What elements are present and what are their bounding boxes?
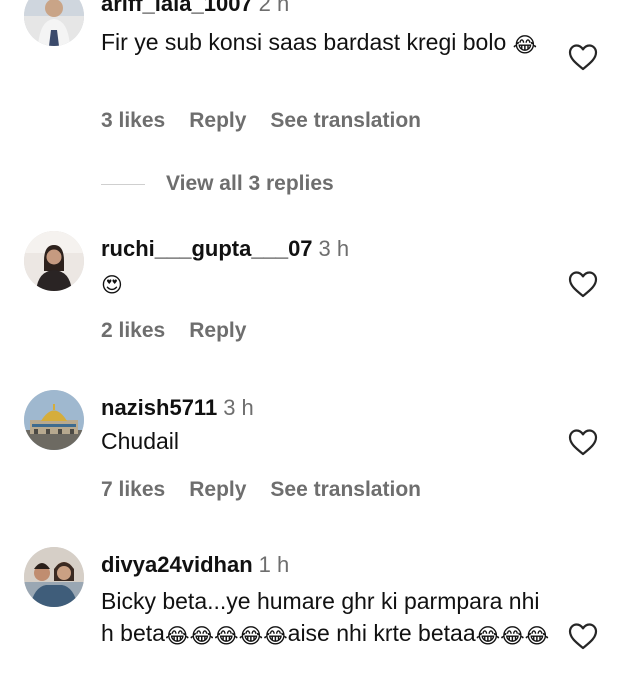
see-translation-button[interactable]: See translation	[270, 109, 421, 132]
heart-icon[interactable]	[567, 269, 599, 299]
timestamp: 2 h	[258, 0, 290, 16]
comment-actions: 2 likes Reply	[101, 317, 270, 345]
mosque-photo-avatar	[24, 390, 84, 450]
username[interactable]: ruchi___gupta___07	[101, 236, 313, 261]
timestamp: 3 h	[223, 395, 254, 420]
comment-item: nazish5711 3 h Chudail 7 likes Reply See tr…	[0, 390, 626, 520]
likes-count[interactable]: 2 likes	[101, 319, 165, 342]
avatar[interactable]	[24, 547, 84, 607]
reply-button[interactable]: Reply	[189, 109, 246, 132]
avatar[interactable]	[24, 390, 84, 450]
emoji: 😂😂😂😂😂	[164, 624, 288, 648]
username[interactable]: nazish5711	[101, 395, 217, 420]
comment-text: Bicky beta...ye humare ghr ki parmpara n…	[101, 585, 551, 649]
comment-actions: 3 likes Reply See translation	[101, 107, 445, 135]
avatar[interactable]	[24, 231, 84, 291]
emoji: 😂	[512, 33, 538, 57]
comment-item: ruchi___gupta___07 3 h 😍 2 likes Reply	[0, 228, 626, 368]
user-photo-avatar	[24, 547, 84, 607]
view-replies-label[interactable]: View all 3 replies	[166, 170, 334, 198]
comment-text-part: aise nhi krte betaa	[287, 620, 476, 646]
timestamp: 1 h	[258, 552, 290, 577]
username[interactable]: ariff_lala_1007	[101, 0, 253, 16]
comment-text: 😍	[101, 266, 541, 298]
comment-text-part: Chudail	[101, 428, 179, 454]
likes-count[interactable]: 3 likes	[101, 109, 165, 132]
heart-icon[interactable]	[567, 42, 599, 72]
emoji: 😍	[101, 273, 123, 297]
user-photo-avatar	[24, 231, 84, 291]
comment-header: nazish5711 3 h	[101, 394, 254, 422]
comment-text: Chudail	[101, 425, 541, 457]
see-translation-button[interactable]: See translation	[270, 478, 421, 501]
reply-button[interactable]: Reply	[189, 478, 246, 501]
comment-actions: 7 likes Reply See translation	[101, 476, 445, 504]
comment-text-part: Fir ye sub konsi saas bardast kregi bolo	[101, 29, 513, 55]
comment-text: Fir ye sub konsi saas bardast kregi bolo…	[101, 26, 541, 58]
reply-button[interactable]: Reply	[189, 319, 246, 342]
heart-icon[interactable]	[567, 621, 599, 651]
comment-item: divya24vidhan 1 h Bicky beta...ye humare …	[0, 545, 626, 700]
username[interactable]: divya24vidhan	[101, 552, 253, 577]
user-photo-avatar	[24, 0, 84, 46]
heart-icon[interactable]	[567, 427, 599, 457]
emoji: 😂😂😂	[475, 624, 550, 648]
replies-divider	[101, 184, 145, 185]
comment-header: ariff_lala_1007 2 h	[101, 0, 289, 18]
comment-header: divya24vidhan 1 h	[101, 551, 289, 579]
comment-item: ariff_lala_1007 2 h Fir ye sub konsi saas…	[0, 0, 626, 195]
likes-count[interactable]: 7 likes	[101, 478, 165, 501]
avatar[interactable]	[24, 0, 84, 46]
comment-header: ruchi___gupta___07 3 h	[101, 235, 349, 263]
timestamp: 3 h	[318, 236, 350, 261]
